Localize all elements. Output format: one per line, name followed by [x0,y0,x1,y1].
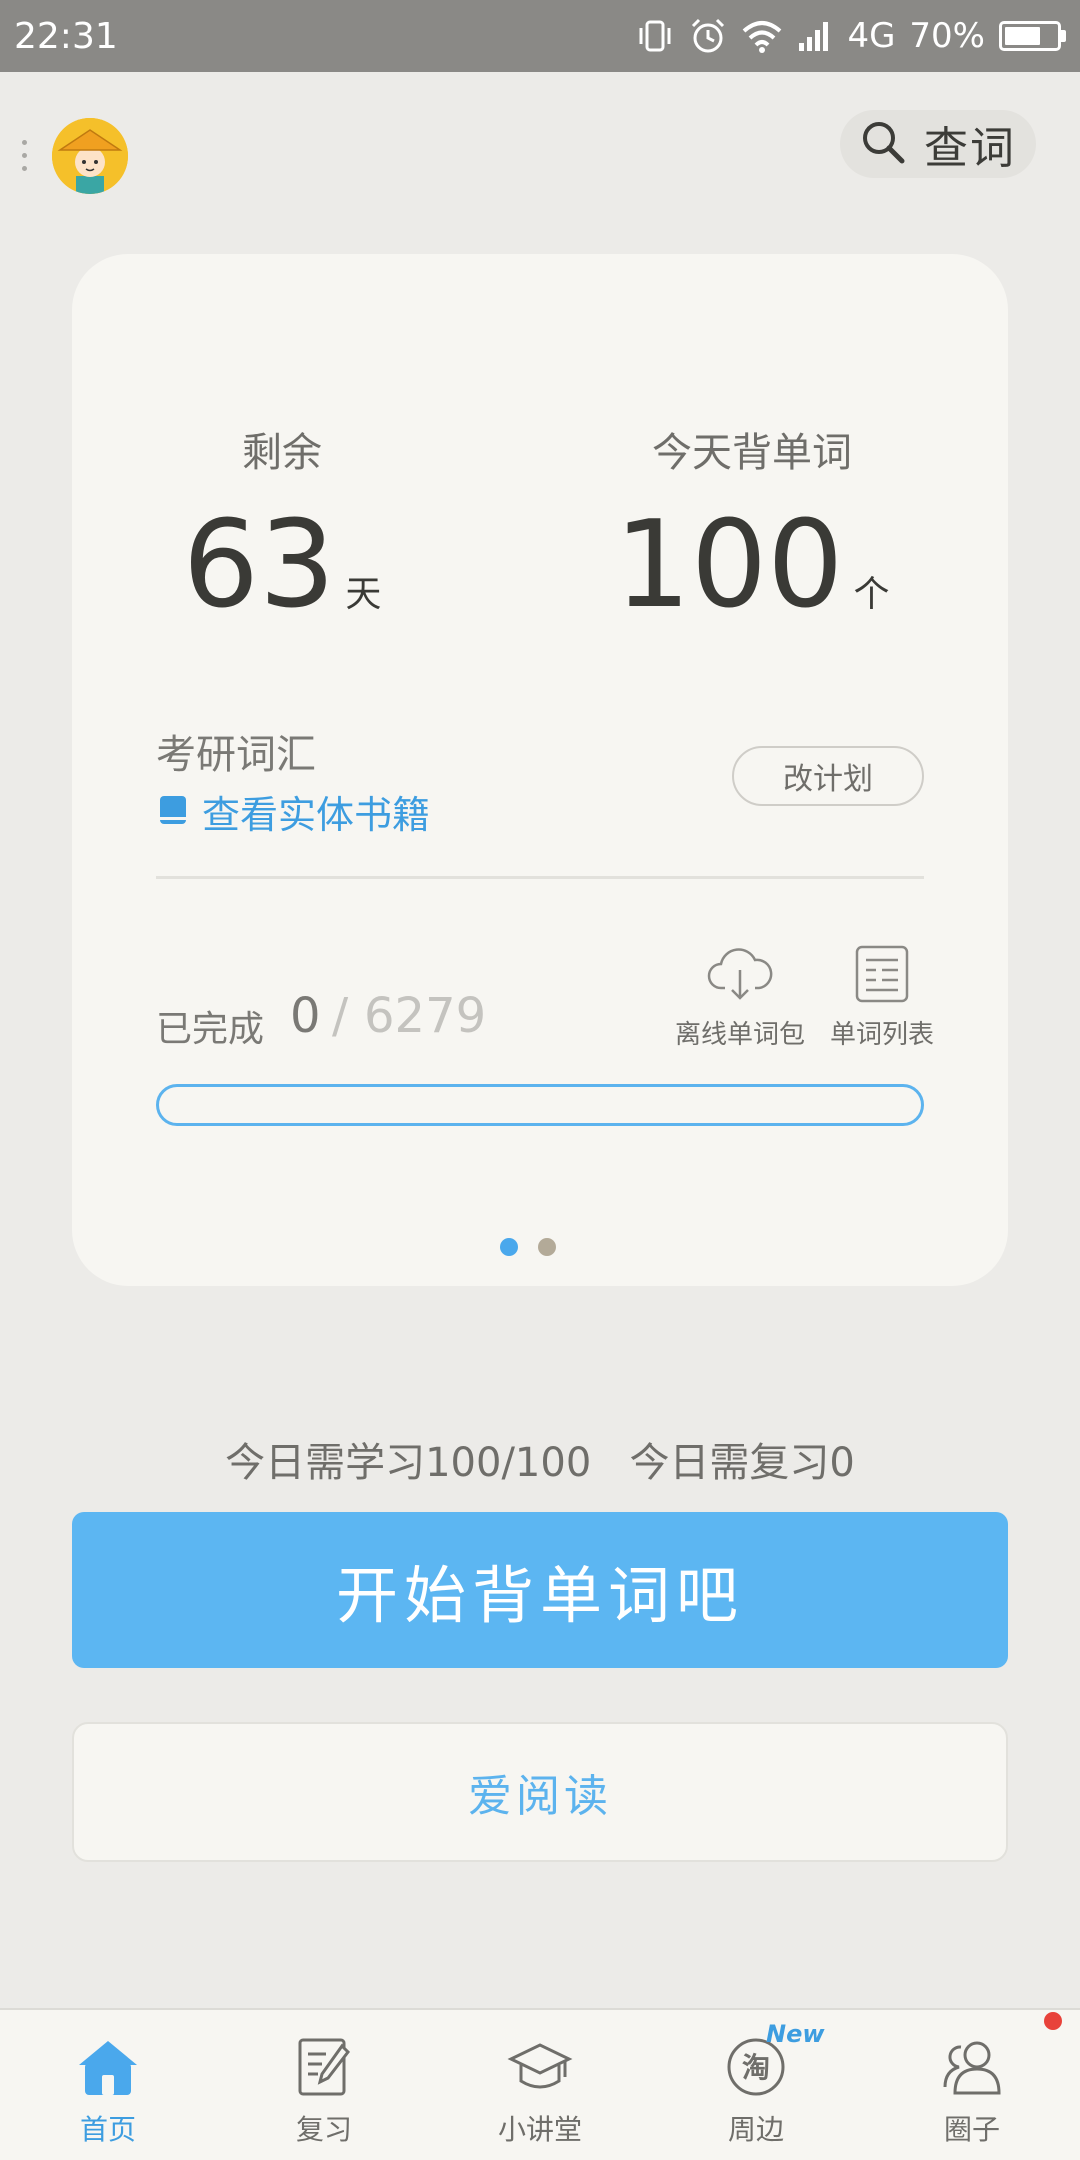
status-icons: 4G 70% [635,16,1066,56]
daily-value: 100 [614,496,844,635]
page-indicator [500,1238,556,1256]
page-dot[interactable] [538,1238,556,1256]
status-bar: 22:31 4G 70% [0,0,1080,72]
notification-dot [1044,2012,1062,2030]
home-icon [72,2034,144,2100]
nav-around-label: 周边 [727,2113,784,2146]
offline-pack-label: 离线单词包 [674,1020,805,1050]
search-icon [860,119,906,169]
daily-learn-text: 今日需学习100/100 [225,1440,592,1486]
taobao-icon: 淘 New [720,2020,825,2100]
nav-circle[interactable]: 圈子 [864,2010,1080,2160]
people-icon [936,2034,1008,2100]
new-badge: New [766,2020,825,2048]
progress-separator: / [332,988,349,1044]
nav-home-label: 首页 [79,2113,136,2146]
network-type: 4G [847,16,896,56]
word-list-icon [854,944,910,1008]
menu-dots-icon[interactable] [22,140,27,171]
search-label: 查词 [924,123,1016,174]
signal-icon [797,19,833,53]
avatar[interactable] [52,118,128,194]
offline-pack-button[interactable]: 离线单词包 [660,944,820,1051]
daily-summary: 今日需学习100/100 今日需复习0 [0,1430,1080,1488]
book-icon [158,794,188,830]
alarm-icon [689,17,727,55]
cloud-download-icon [707,944,773,1008]
change-plan-button[interactable]: 改计划 [732,746,924,806]
plan-card[interactable]: 剩余 63 天 今天背单词 100 个 考研词汇 查看实体书籍 改计划 已完成 0 … [72,254,1008,1286]
battery-icon [999,21,1066,51]
page-dot-active[interactable] [500,1238,518,1256]
daily-words-stat: 今天背单词 100 个 [592,420,912,626]
nav-home[interactable]: 首页 [0,2010,216,2160]
book-name: 考研词汇 [156,732,316,778]
nav-review[interactable]: 复习 [216,2010,432,2160]
nav-lecture-label: 小讲堂 [497,2113,582,2146]
review-icon [288,2034,360,2100]
remaining-unit: 天 [345,574,382,615]
battery-percent: 70% [909,16,985,56]
wifi-icon [741,19,783,53]
nav-around[interactable]: 淘 New 周边 [648,2010,864,2160]
nav-lecture[interactable]: 小讲堂 [432,2010,648,2160]
daily-unit: 个 [853,574,890,615]
progress-bar [156,1084,924,1126]
daily-review-text: 今日需复习0 [629,1440,855,1486]
remaining-value: 63 [182,496,336,635]
view-book-link[interactable]: 查看实体书籍 [158,784,430,839]
view-book-label: 查看实体书籍 [202,793,431,837]
progress-done: 0 [290,988,321,1044]
svg-text:淘: 淘 [742,2051,770,2084]
bottom-nav: 首页 复习 小讲堂 淘 New 周边 圈子 [0,2008,1080,2160]
nav-circle-label: 圈子 [943,2113,1000,2146]
start-learning-button[interactable]: 开始背单词吧 [72,1512,1008,1668]
progress-label: 已完成 [156,1009,265,1050]
progress-total: 6279 [364,988,487,1044]
nav-review-label: 复习 [295,2113,352,2146]
reading-button[interactable]: 爱阅读 [72,1722,1008,1862]
vibrate-icon [635,18,675,54]
graduation-cap-icon [504,2034,576,2100]
word-list-label: 单词列表 [829,1020,934,1050]
divider [156,876,924,879]
daily-label: 今天背单词 [652,430,852,476]
word-list-button[interactable]: 单词列表 [812,944,952,1051]
remaining-days-stat: 剩余 63 天 [132,420,432,626]
search-button[interactable]: 查词 [840,110,1036,178]
remaining-label: 剩余 [242,430,322,476]
status-time: 22:31 [14,15,118,57]
